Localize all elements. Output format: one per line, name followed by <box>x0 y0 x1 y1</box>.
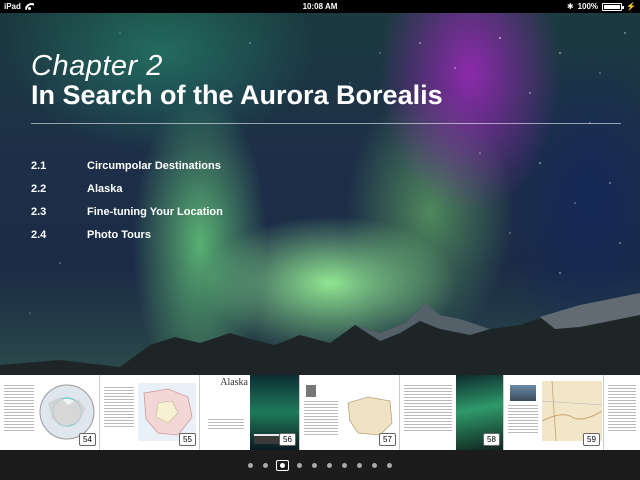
page-dot[interactable] <box>297 462 302 468</box>
page-thumbnail-strip[interactable]: 54 55 Alaska 56 57 58 59 <box>0 375 640 450</box>
page-thumbnail-56-text[interactable]: Alaska <box>200 375 250 450</box>
page-number-badge: 56 <box>279 433 296 446</box>
text-lines <box>304 401 338 437</box>
toc-title: Photo Tours <box>87 228 151 241</box>
page-thumbnail-56[interactable]: 56 <box>250 375 300 450</box>
table-of-contents: 2.1 Circumpolar Destinations 2.2 Alaska … <box>31 154 431 246</box>
photo-thumbnail <box>510 385 536 401</box>
page-dot[interactable] <box>357 462 362 468</box>
page-dot[interactable] <box>327 462 332 468</box>
toc-item-2-1[interactable]: 2.1 Circumpolar Destinations <box>31 154 431 177</box>
toc-number: 2.2 <box>31 182 47 195</box>
mountain-silhouette <box>0 293 640 375</box>
toc-item-2-4[interactable]: 2.4 Photo Tours <box>31 223 431 246</box>
page-dot[interactable] <box>248 462 253 468</box>
text-lines <box>4 385 34 433</box>
chapter-label: Chapter 2 <box>31 50 163 82</box>
page-number-badge: 59 <box>583 433 600 446</box>
thumbnail-heading: Alaska <box>220 377 248 388</box>
toc-number: 2.4 <box>31 228 47 241</box>
page-dot[interactable] <box>263 462 268 468</box>
page-thumbnail-59[interactable]: 59 <box>504 375 604 450</box>
status-bar: iPad 10:08 AM ✱ 100% ⚡ <box>0 0 640 13</box>
page-thumbnail-54[interactable]: 54 <box>0 375 100 450</box>
charging-icon: ⚡ <box>626 2 636 11</box>
page-thumbnail-58-text[interactable] <box>400 375 456 450</box>
page-number-badge: 55 <box>179 433 196 446</box>
text-lines <box>508 405 538 435</box>
author-photo <box>306 385 316 397</box>
text-lines <box>208 419 244 431</box>
toc-title: Circumpolar Destinations <box>87 159 221 172</box>
chapter-hero: Chapter 2 In Search of the Aurora Boreal… <box>0 13 640 375</box>
toc-number: 2.3 <box>31 205 47 218</box>
toc-title: Fine-tuning Your Location <box>87 205 223 218</box>
text-lines <box>608 385 636 433</box>
page-thumbnail-57[interactable]: 57 <box>300 375 400 450</box>
page-indicator[interactable] <box>0 450 640 480</box>
page-dot[interactable] <box>342 462 347 468</box>
page-number-badge: 58 <box>483 433 500 446</box>
page-dot[interactable] <box>372 462 377 468</box>
page-number-badge: 54 <box>79 433 96 446</box>
alaska-road-map <box>542 381 602 441</box>
page-thumbnail-58[interactable]: 58 <box>456 375 504 450</box>
toc-number: 2.1 <box>31 159 47 172</box>
title-divider <box>31 123 621 124</box>
page-dot[interactable] <box>387 462 392 468</box>
text-lines <box>404 385 452 433</box>
status-time: 10:08 AM <box>302 2 338 11</box>
page-dot[interactable] <box>312 462 317 468</box>
toc-title: Alaska <box>87 182 123 195</box>
page-thumbnail-55[interactable]: 55 <box>100 375 200 450</box>
bluetooth-icon: ✱ <box>566 2 574 11</box>
battery-icon <box>602 2 625 11</box>
page-dot-active[interactable] <box>276 459 289 471</box>
page-thumbnail-60[interactable] <box>604 375 640 450</box>
chapter-title: In Search of the Aurora Borealis <box>31 80 443 110</box>
status-right: ✱ 100% ⚡ <box>567 0 636 13</box>
battery-percent: 100% <box>577 2 599 11</box>
toc-item-2-3[interactable]: 2.3 Fine-tuning Your Location <box>31 200 431 223</box>
toc-item-2-2[interactable]: 2.2 Alaska <box>31 177 431 200</box>
page-number-badge: 57 <box>379 433 396 446</box>
text-lines <box>104 387 134 429</box>
